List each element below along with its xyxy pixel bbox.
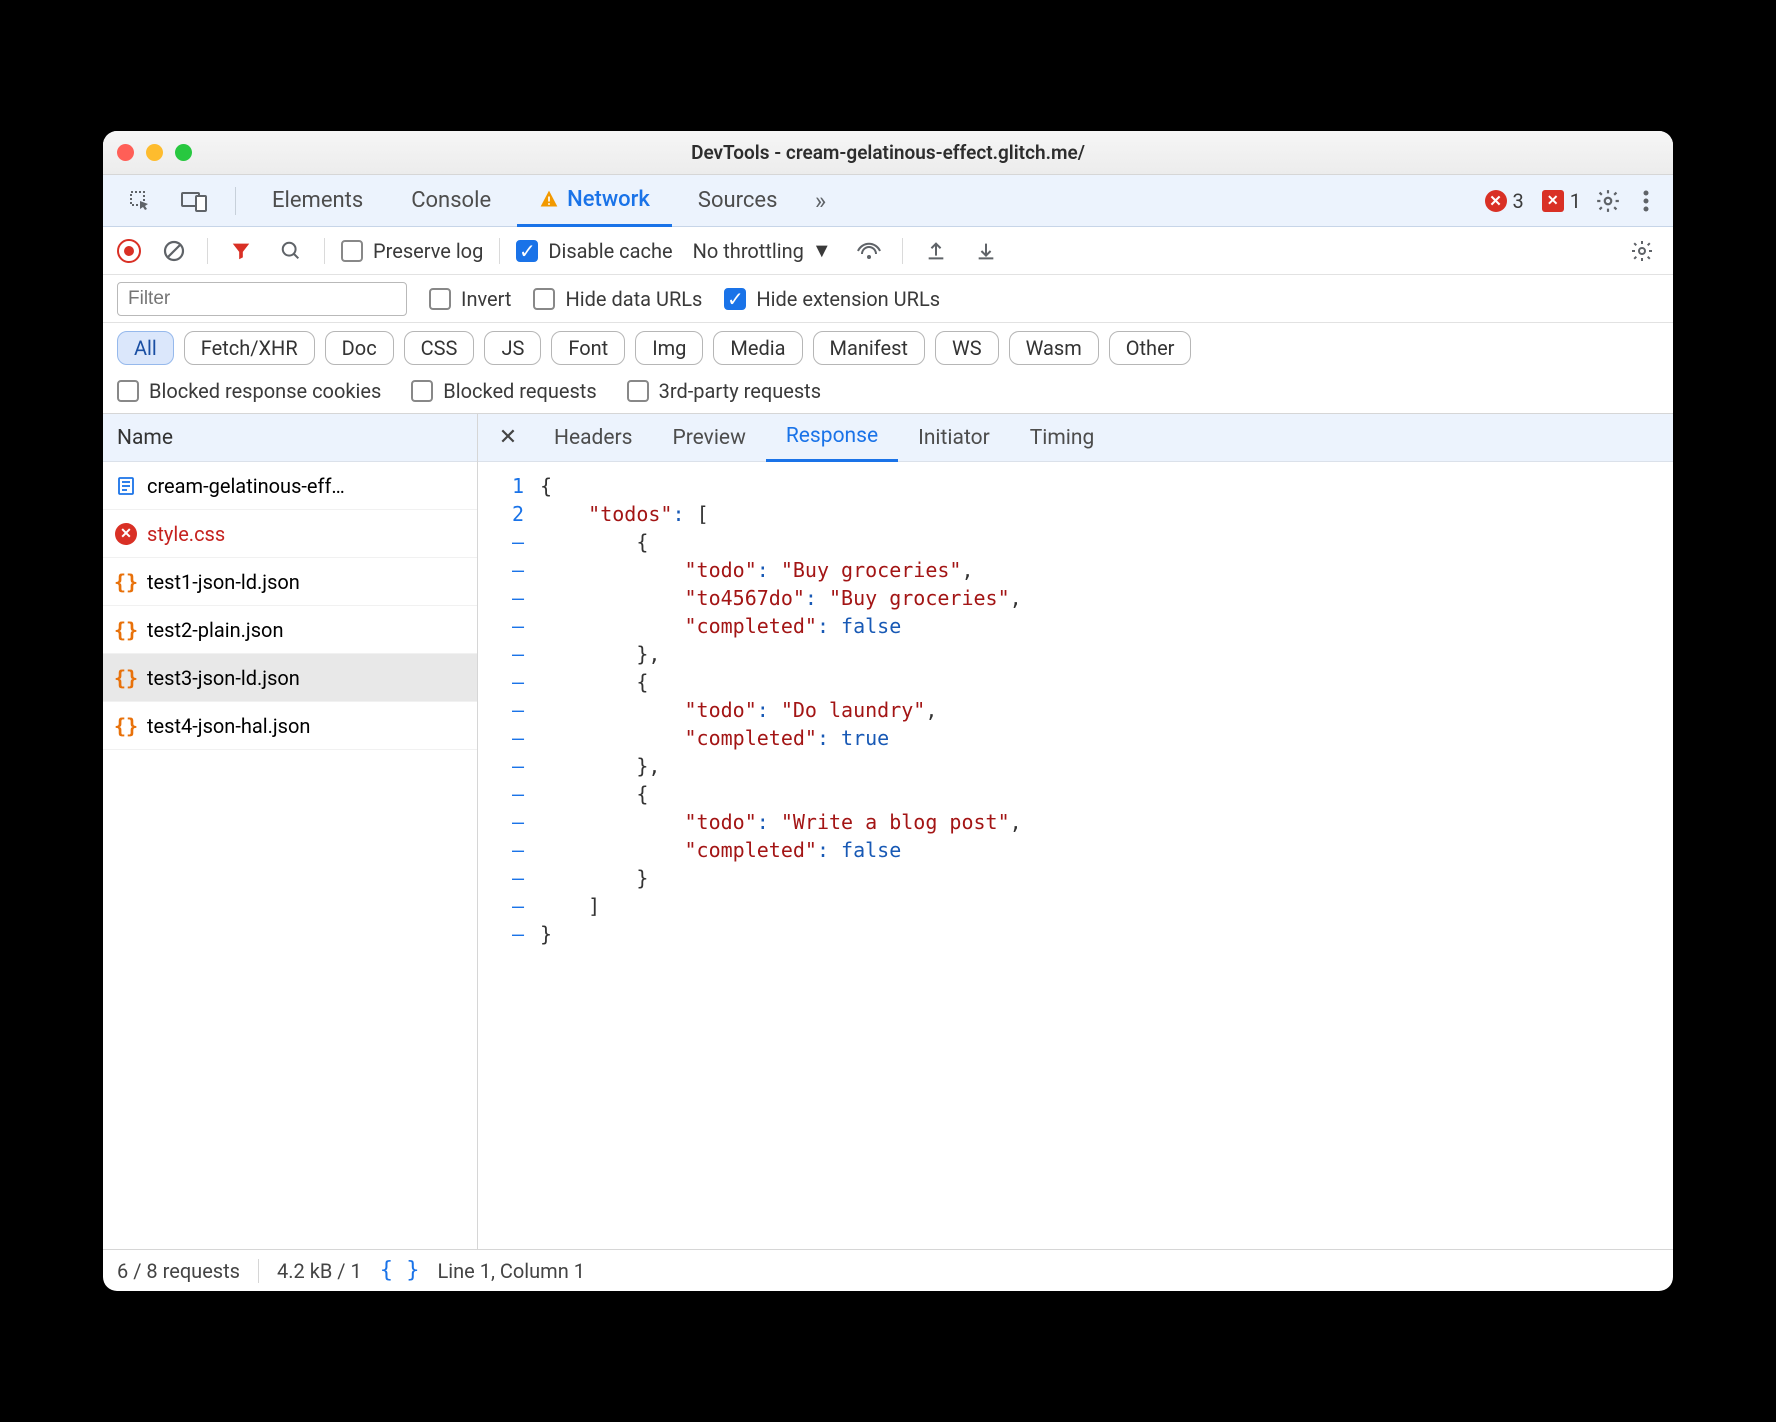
request-item[interactable]: {} test2-plain.json [103,606,477,654]
status-requests: 6 / 8 requests [117,1259,240,1283]
filter-icon[interactable] [224,234,258,268]
preserve-log-checkbox[interactable]: Preserve log [341,239,483,263]
type-chip-media[interactable]: Media [713,331,802,365]
request-list: Name cream-gelatinous-eff… ✕ style.css {} te… [103,414,478,1249]
type-chip-font[interactable]: Font [551,331,625,365]
window-controls [117,144,192,161]
hide-data-urls-checkbox[interactable]: Hide data URLs [533,287,702,311]
issue-icon: ✕ [1542,190,1564,212]
network-settings-icon[interactable] [1625,234,1659,268]
json-icon: {} [115,715,137,737]
record-button[interactable] [117,239,141,263]
error-count[interactable]: ✕ 3 [1485,189,1524,213]
tab-console[interactable]: Console [389,175,513,227]
json-icon: {} [115,667,137,689]
request-label: test1-json-ld.json [147,570,300,594]
window-title: DevTools - cream-gelatinous-effect.glitc… [103,141,1673,164]
maximize-window-button[interactable] [175,144,192,161]
detail-tab-headers[interactable]: Headers [534,414,652,462]
network-conditions-icon[interactable] [852,234,886,268]
network-toolbar: Preserve log ✓Disable cache No throttlin… [103,227,1673,275]
status-cursor: Line 1, Column 1 [437,1259,584,1283]
clear-icon[interactable] [157,234,191,268]
titlebar: DevTools - cream-gelatinous-effect.glitc… [103,131,1673,175]
upload-har-icon[interactable] [919,234,953,268]
invert-checkbox[interactable]: Invert [429,287,511,311]
minimize-window-button[interactable] [146,144,163,161]
close-detail-button[interactable]: ✕ [488,414,528,462]
hide-extension-urls-checkbox[interactable]: ✓Hide extension URLs [724,287,940,311]
status-bar: 6 / 8 requests 4.2 kB / 1 { } Line 1, Co… [103,1249,1673,1291]
request-item[interactable]: {} test4-json-hal.json [103,702,477,750]
type-chip-css[interactable]: CSS [404,331,475,365]
devtools-window: DevTools - cream-gelatinous-effect.glitc… [103,131,1673,1291]
detail-tab-initiator[interactable]: Initiator [898,414,1010,462]
error-icon: ✕ [115,523,137,545]
issue-count[interactable]: ✕ 1 [1542,189,1581,213]
request-label: style.css [147,522,225,546]
device-toolbar-icon[interactable] [177,184,211,218]
request-item[interactable]: ✕ style.css [103,510,477,558]
detail-tab-response[interactable]: Response [766,414,898,462]
type-chip-all[interactable]: All [117,331,174,365]
inspect-element-icon[interactable] [123,184,157,218]
request-item[interactable]: {} test3-json-ld.json [103,654,477,702]
detail-tab-preview[interactable]: Preview [652,414,765,462]
disable-cache-checkbox[interactable]: ✓Disable cache [516,239,672,263]
type-chip-ws[interactable]: WS [935,331,999,365]
document-icon [115,475,137,497]
settings-icon[interactable] [1591,184,1625,218]
throttling-select[interactable]: No throttling ▼ [689,238,836,263]
filter-input[interactable] [117,282,407,316]
request-detail: ✕ HeadersPreviewResponseInitiatorTiming … [478,414,1673,1249]
type-chip-manifest[interactable]: Manifest [813,331,925,365]
tab-elements[interactable]: Elements [250,175,385,227]
extra-filters-row: Blocked response cookies Blocked request… [103,373,1673,414]
type-chip-js[interactable]: JS [484,331,541,365]
request-item[interactable]: {} test1-json-ld.json [103,558,477,606]
kebab-menu-icon[interactable] [1629,184,1663,218]
type-chip-fetch-xhr[interactable]: Fetch/XHR [184,331,315,365]
network-main: Name cream-gelatinous-eff… ✕ style.css {} te… [103,414,1673,1249]
pretty-print-icon[interactable]: { } [380,1258,420,1283]
issue-badges: ✕ 3 ✕ 1 [1479,189,1588,213]
warning-icon [539,189,559,209]
request-label: test2-plain.json [147,618,284,642]
detail-tabs: ✕ HeadersPreviewResponseInitiatorTiming [478,414,1673,462]
close-window-button[interactable] [117,144,134,161]
blocked-cookies-checkbox[interactable]: Blocked response cookies [117,379,381,403]
type-chip-wasm[interactable]: Wasm [1009,331,1099,365]
type-chip-doc[interactable]: Doc [325,331,394,365]
request-label: test3-json-ld.json [147,666,300,690]
detail-tab-timing[interactable]: Timing [1010,414,1115,462]
chevron-down-icon: ▼ [812,238,832,263]
error-icon: ✕ [1485,190,1507,212]
type-chip-img[interactable]: Img [635,331,703,365]
status-transfer: 4.2 kB / 1 [277,1259,362,1283]
response-body[interactable]: 12––––––––––––––– { "todos": [ { "todo":… [478,462,1673,1249]
third-party-checkbox[interactable]: 3rd-party requests [627,379,821,403]
more-tabs-icon[interactable]: » [803,184,837,218]
request-list-header[interactable]: Name [103,414,477,462]
panel-tabstrip: Elements Console Network Sources » ✕ 3 ✕… [103,175,1673,227]
type-filter-chips: All Fetch/XHR Doc CSS JS Font Img Media Manifest… [103,323,1673,373]
request-label: test4-json-hal.json [147,714,310,738]
request-label: cream-gelatinous-eff… [147,474,345,498]
type-chip-other[interactable]: Other [1109,331,1192,365]
json-icon: {} [115,619,137,641]
blocked-requests-checkbox[interactable]: Blocked requests [411,379,596,403]
search-icon[interactable] [274,234,308,268]
tab-network[interactable]: Network [517,175,672,227]
tab-sources[interactable]: Sources [676,175,800,227]
filter-row: Invert Hide data URLs ✓Hide extension UR… [103,275,1673,323]
download-har-icon[interactable] [969,234,1003,268]
request-item[interactable]: cream-gelatinous-eff… [103,462,477,510]
json-icon: {} [115,571,137,593]
